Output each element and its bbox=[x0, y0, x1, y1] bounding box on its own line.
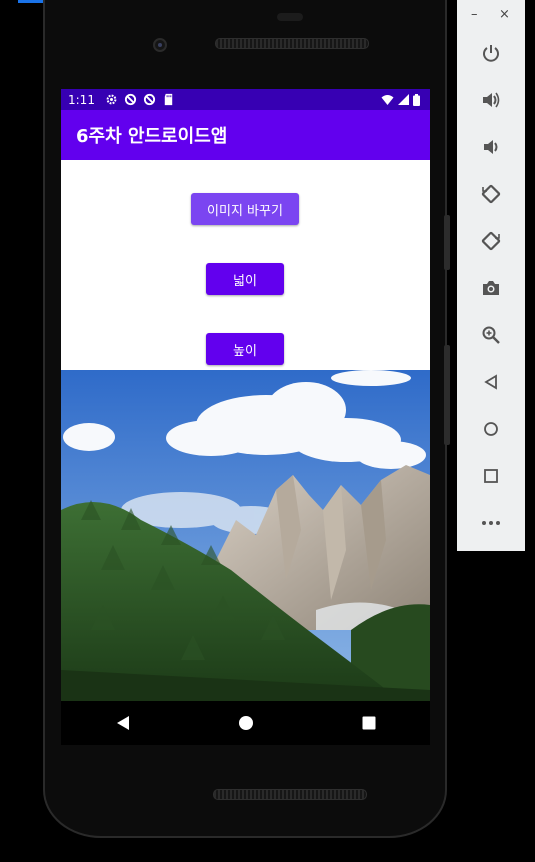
rotate-right-icon bbox=[481, 231, 501, 251]
top-speaker-grille bbox=[215, 38, 369, 49]
home-icon bbox=[484, 422, 498, 436]
height-button[interactable]: 높이 bbox=[206, 333, 284, 365]
landscape-image bbox=[61, 370, 430, 701]
wifi-icon bbox=[381, 94, 394, 105]
status-bar: 1:11 bbox=[61, 89, 430, 110]
back-icon bbox=[116, 716, 129, 730]
volume-down-icon bbox=[484, 140, 498, 154]
back-button[interactable] bbox=[476, 367, 506, 397]
volume-up-icon bbox=[483, 92, 500, 108]
earpiece bbox=[277, 13, 303, 21]
rotate-left-button[interactable] bbox=[476, 179, 506, 209]
device-screen: 1:11 6주차 안드로이드앱 이미지 바꾸기 넓이 높이 bbox=[61, 89, 430, 745]
volume-up-button[interactable] bbox=[476, 85, 506, 115]
sync-disabled-icon-2 bbox=[143, 93, 156, 106]
zoom-button[interactable] bbox=[476, 320, 506, 350]
screenshot-button[interactable] bbox=[476, 273, 506, 303]
sync-disabled-icon bbox=[124, 93, 137, 106]
rotate-right-button[interactable] bbox=[476, 226, 506, 256]
phone-power-side-button bbox=[444, 215, 450, 270]
navigation-bar bbox=[61, 701, 430, 745]
close-button[interactable]: × bbox=[499, 7, 510, 22]
cell-signal-icon bbox=[398, 94, 409, 105]
front-camera bbox=[153, 38, 167, 52]
nav-back-button[interactable] bbox=[103, 703, 143, 743]
overview-icon bbox=[484, 469, 498, 483]
zoom-icon bbox=[482, 326, 500, 344]
app-title: 6주차 안드로이드앱 bbox=[76, 126, 228, 147]
home-icon bbox=[238, 716, 253, 730]
power-icon bbox=[483, 45, 499, 62]
battery-icon bbox=[413, 93, 420, 106]
settings-icon bbox=[106, 94, 117, 105]
minimize-button[interactable]: – bbox=[471, 7, 478, 22]
back-icon bbox=[484, 374, 497, 390]
sd-card-icon bbox=[164, 93, 173, 106]
recents-icon bbox=[362, 716, 375, 730]
bottom-speaker-grille bbox=[213, 789, 367, 800]
overview-button[interactable] bbox=[476, 461, 506, 491]
more-icon bbox=[482, 521, 500, 525]
status-time: 1:11 bbox=[68, 92, 95, 107]
width-button[interactable]: 넓이 bbox=[206, 263, 284, 295]
phone-volume-side-button bbox=[444, 345, 450, 445]
volume-down-button[interactable] bbox=[476, 132, 506, 162]
app-bar: 6주차 안드로이드앱 bbox=[61, 110, 430, 160]
nav-recents-button[interactable] bbox=[349, 703, 389, 743]
mountain-landscape-image bbox=[61, 370, 430, 701]
change-image-button[interactable]: 이미지 바꾸기 bbox=[191, 193, 299, 225]
nav-home-button[interactable] bbox=[226, 703, 266, 743]
home-button[interactable] bbox=[476, 414, 506, 444]
emulator-toolbar: – × bbox=[457, 0, 525, 551]
rotate-left-icon bbox=[481, 184, 501, 204]
camera-icon bbox=[483, 281, 499, 295]
more-button[interactable] bbox=[476, 508, 506, 538]
app-content: 이미지 바꾸기 넓이 높이 bbox=[61, 160, 430, 370]
toolbar-window-controls: – × bbox=[457, 0, 525, 30]
power-button[interactable] bbox=[476, 38, 506, 68]
